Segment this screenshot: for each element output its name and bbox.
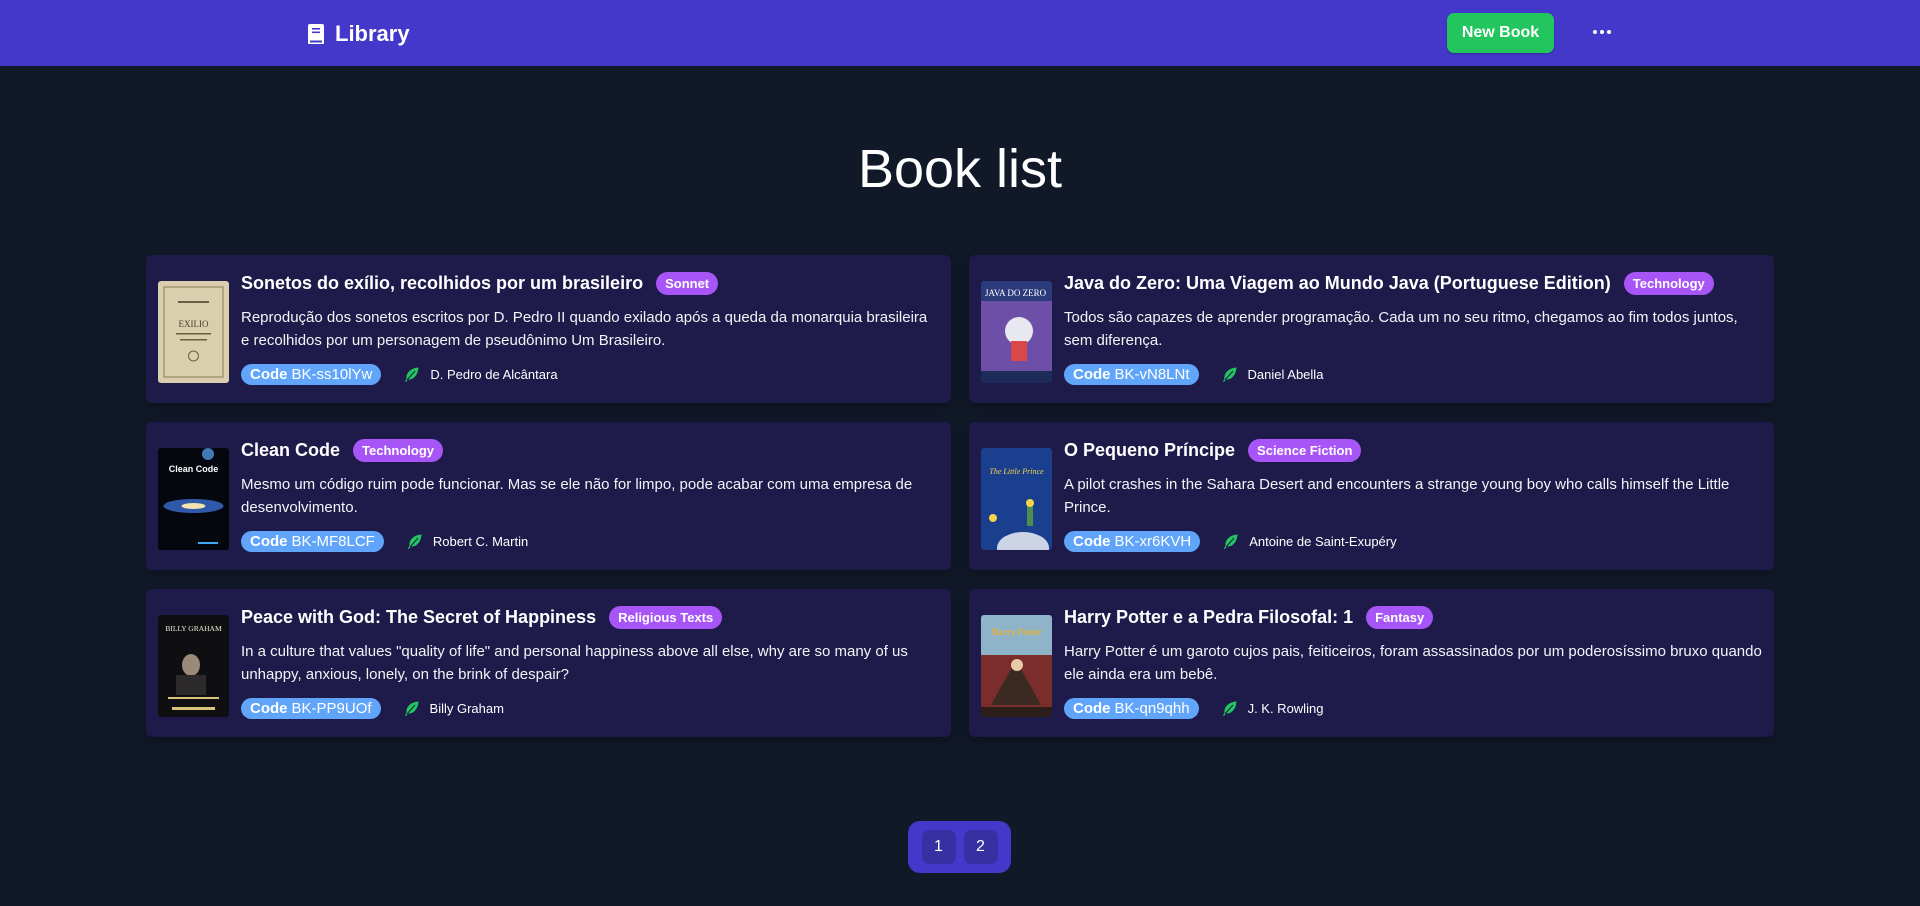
cover-text: JAVA DO ZERO <box>985 288 1047 298</box>
brand-link[interactable]: Library <box>307 20 410 48</box>
book-cover: BILLY GRAHAM <box>158 615 229 717</box>
author: D. Pedro de Alcântara <box>403 366 558 383</box>
feather-icon <box>1224 534 1238 549</box>
genre-badge: Religious Texts <box>609 605 723 629</box>
ellipsis-icon <box>1607 30 1611 34</box>
book-cover: EXILIO <box>158 281 229 383</box>
book-title[interactable]: Java do Zero: Uma Viagem ao Mundo Java (… <box>1064 273 1611 294</box>
book-card[interactable]: Clean Code Clean Code Technology Mesmo u… <box>146 422 951 570</box>
author-name: Antoine de Saint-Exupéry <box>1249 534 1397 549</box>
book-description: A pilot crashes in the Sahara Desert and… <box>1064 476 1730 516</box>
cover-text: BILLY GRAHAM <box>165 624 222 633</box>
author-name: J. K. Rowling <box>1247 701 1324 716</box>
book-title[interactable]: Clean Code <box>241 440 340 461</box>
book-title[interactable]: O Pequeno Príncipe <box>1064 440 1235 461</box>
page-button-2[interactable]: 2 <box>963 830 998 864</box>
author-name: D. Pedro de Alcântara <box>430 367 558 382</box>
cover-text: Clean Code <box>169 464 219 474</box>
author: Robert C. Martin <box>406 533 528 550</box>
genre-badge: Fantasy <box>1366 605 1434 629</box>
book-cover: JAVA DO ZERO <box>981 281 1052 383</box>
code-badge: Code BK-MF8LCF <box>241 531 384 552</box>
book-title[interactable]: Sonetos do exílio, recolhidos por um bra… <box>241 273 643 294</box>
ellipsis-icon <box>1593 30 1597 34</box>
book-cover: Harry Potter <box>981 615 1052 717</box>
book-icon <box>308 24 324 44</box>
author: Antoine de Saint-Exupéry <box>1222 533 1397 550</box>
ellipsis-icon <box>1600 30 1604 34</box>
author: Daniel Abella <box>1221 366 1324 383</box>
author-name: Robert C. Martin <box>432 534 529 549</box>
book-description: Reprodução dos sonetos escritos por D. P… <box>241 309 928 349</box>
code-badge: Code BK-PP9UOf <box>241 698 381 719</box>
brand-label: Library <box>335 21 410 46</box>
more-options-button[interactable] <box>1586 18 1618 46</box>
code-badge: Code BK-qn9qhh <box>1064 698 1199 719</box>
genre-badge: Sonnet <box>656 271 719 295</box>
book-card[interactable]: JAVA DO ZERO Java do Zero: Uma Viagem ao… <box>969 255 1774 403</box>
cover-text: The Little Prince <box>989 467 1044 476</box>
book-card[interactable]: The Little Prince O Pequeno Príncipe Sci… <box>969 422 1774 570</box>
book-description: Todos são capazes de aprender programaçã… <box>1064 309 1738 349</box>
author: J. K. Rowling <box>1221 700 1324 717</box>
genre-badge: Science Fiction <box>1248 438 1362 462</box>
book-card[interactable]: Harry Potter Harry Potter e a Pedra Filo… <box>969 589 1774 737</box>
feather-icon <box>404 701 419 716</box>
genre-badge: Technology <box>353 438 444 462</box>
code-badge: Code BK-ss10lYw <box>241 364 382 385</box>
book-cover: Clean Code <box>158 448 229 550</box>
code-badge: Code BK-vN8LNt <box>1064 364 1199 385</box>
feather-icon <box>407 534 422 549</box>
pagination: 1 2 <box>908 821 1011 873</box>
cover-text: Harry Potter <box>991 627 1041 637</box>
navbar: Library New Book <box>0 0 1920 66</box>
code-badge: Code BK-xr6KVH <box>1064 531 1201 552</box>
author-name: Daniel Abella <box>1247 367 1324 382</box>
book-cover: The Little Prince <box>981 448 1052 550</box>
book-description: In a culture that values "quality of lif… <box>241 643 908 683</box>
feather-icon <box>405 367 419 382</box>
cover-text: EXILIO <box>179 319 209 329</box>
author: Billy Graham <box>403 700 504 717</box>
feather-icon <box>1222 367 1237 382</box>
page-button-1[interactable]: 1 <box>921 830 956 864</box>
book-grid: EXILIO Sonetos do exílio, recolhidos por… <box>146 255 1774 737</box>
book-title[interactable]: Harry Potter e a Pedra Filosofal: 1 <box>1064 607 1353 628</box>
book-title[interactable]: Peace with God: The Secret of Happiness <box>241 607 596 628</box>
page-title: Book list <box>857 139 1063 199</box>
book-card[interactable]: EXILIO Sonetos do exílio, recolhidos por… <box>146 255 951 403</box>
genre-badge: Technology <box>1623 271 1714 295</box>
book-description: Harry Potter é um garoto cujos pais, fei… <box>1064 643 1762 683</box>
book-description: Mesmo um código ruim pode funcionar. Mas… <box>241 476 913 516</box>
author-name: Billy Graham <box>429 701 504 716</box>
feather-icon <box>1222 701 1237 716</box>
book-card[interactable]: BILLY GRAHAM Peace with God: The Secret … <box>146 589 951 737</box>
new-book-button[interactable]: New Book <box>1447 13 1554 53</box>
